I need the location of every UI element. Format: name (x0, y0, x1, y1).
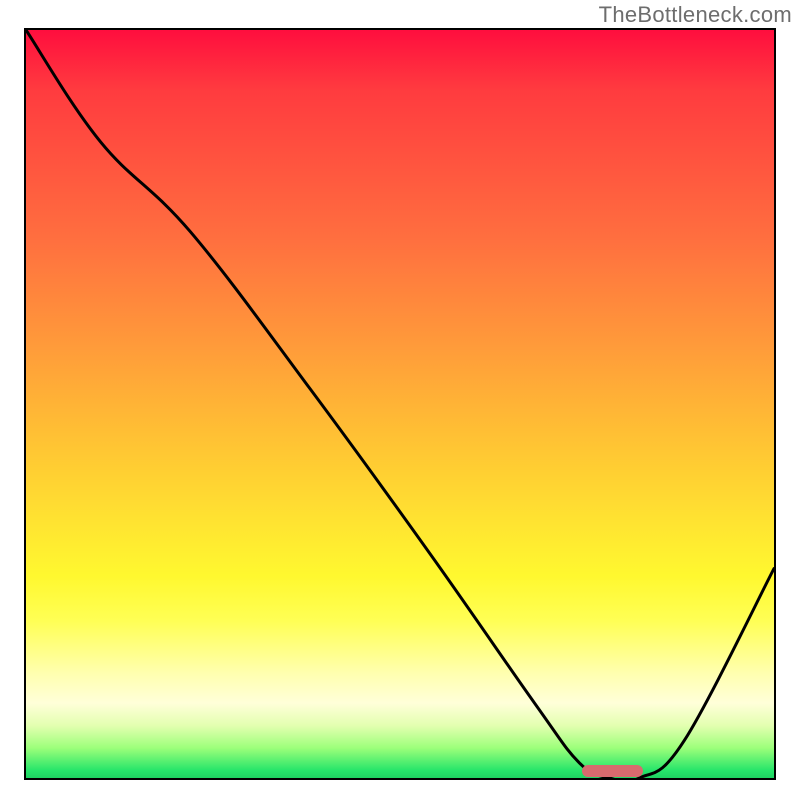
watermark-text: TheBottleneck.com (599, 2, 792, 28)
optimum-marker (582, 765, 642, 777)
chart-frame: TheBottleneck.com (0, 0, 800, 800)
bottleneck-curve (26, 30, 774, 778)
plot-area (24, 28, 776, 780)
